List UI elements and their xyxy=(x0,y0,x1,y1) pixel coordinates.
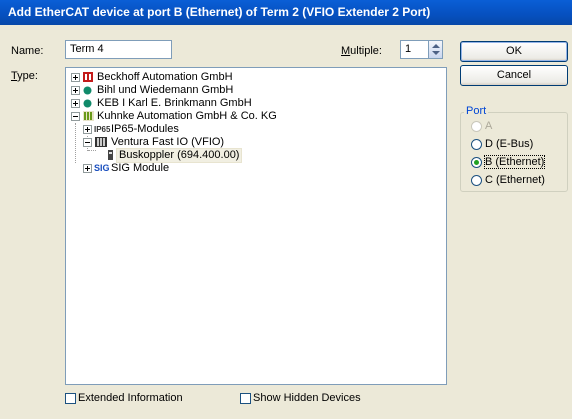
io-module-icon xyxy=(95,137,107,147)
expand-icon[interactable] xyxy=(83,125,92,134)
multiple-spinner[interactable] xyxy=(428,40,443,59)
green-dot-icon xyxy=(83,86,92,95)
coupler-icon xyxy=(108,150,113,160)
radio-label[interactable]: D (E-Bus) xyxy=(485,138,533,150)
multiple-input[interactable]: 1 xyxy=(400,40,429,59)
sig-badge: SIG xyxy=(94,163,110,173)
ip65-badge: IP65 xyxy=(94,125,111,134)
tree-label: KEB I Karl E. Brinkmann GmbH xyxy=(97,97,252,109)
cancel-button[interactable]: Cancel xyxy=(460,65,568,86)
tree-line xyxy=(75,123,76,163)
add-device-dialog: Add EtherCAT device at port B (Ethernet)… xyxy=(0,0,572,419)
type-label: Type: xyxy=(11,70,38,82)
expand-icon[interactable] xyxy=(71,86,80,95)
radio-label: A xyxy=(485,120,493,132)
kuhnke-logo-icon xyxy=(83,111,94,121)
tree-label: Beckhoff Automation GmbH xyxy=(97,71,233,83)
port-group-title: Port xyxy=(464,105,489,117)
expand-icon[interactable] xyxy=(83,164,92,173)
ok-button[interactable]: OK xyxy=(460,41,568,62)
show-hidden-checkbox[interactable] xyxy=(240,393,251,404)
tree-line xyxy=(88,150,96,151)
name-input[interactable]: Term 4 xyxy=(65,40,172,59)
expand-icon[interactable] xyxy=(71,73,80,82)
radio-c[interactable] xyxy=(471,175,482,186)
tree-label: Bihl und Wiedemann GmbH xyxy=(97,84,234,96)
radio-label[interactable]: C (Ethernet) xyxy=(485,174,545,186)
green-dot-icon xyxy=(83,99,92,108)
extended-info-checkbox[interactable] xyxy=(65,393,76,404)
radio-label[interactable]: B (Ethernet) xyxy=(483,155,546,169)
multiple-label-rest: ultiple: xyxy=(350,45,382,57)
radio-b[interactable] xyxy=(471,157,482,168)
spin-down-icon[interactable] xyxy=(432,51,440,55)
name-label: Name: xyxy=(11,45,44,57)
device-tree[interactable]: Beckhoff Automation GmbH Bihl und Wiedem… xyxy=(65,67,447,385)
tree-label: IP65-Modules xyxy=(111,123,179,135)
title-bar[interactable]: Add EtherCAT device at port B (Ethernet)… xyxy=(0,0,572,25)
collapse-icon[interactable] xyxy=(83,138,92,147)
expand-icon[interactable] xyxy=(71,99,80,108)
radio-a xyxy=(471,121,482,132)
spin-up-icon[interactable] xyxy=(432,44,440,48)
port-group: Port A D (E-Bus) B (Ethernet) C (Etherne… xyxy=(460,105,568,192)
beckhoff-logo-icon xyxy=(83,72,93,82)
show-hidden-label[interactable]: Show Hidden Devices xyxy=(253,392,361,404)
tree-label: SIG Module xyxy=(111,162,170,174)
tree-label: Kuhnke Automation GmbH & Co. KG xyxy=(97,110,277,122)
tree-label: Buskoppler (694.400.00) xyxy=(116,148,243,163)
multiple-label: Multiple: xyxy=(341,45,382,57)
dialog-title: Add EtherCAT device at port B (Ethernet)… xyxy=(8,5,431,19)
collapse-icon[interactable] xyxy=(71,112,80,121)
extended-info-label[interactable]: Extended Information xyxy=(78,392,183,404)
radio-d[interactable] xyxy=(471,139,482,150)
